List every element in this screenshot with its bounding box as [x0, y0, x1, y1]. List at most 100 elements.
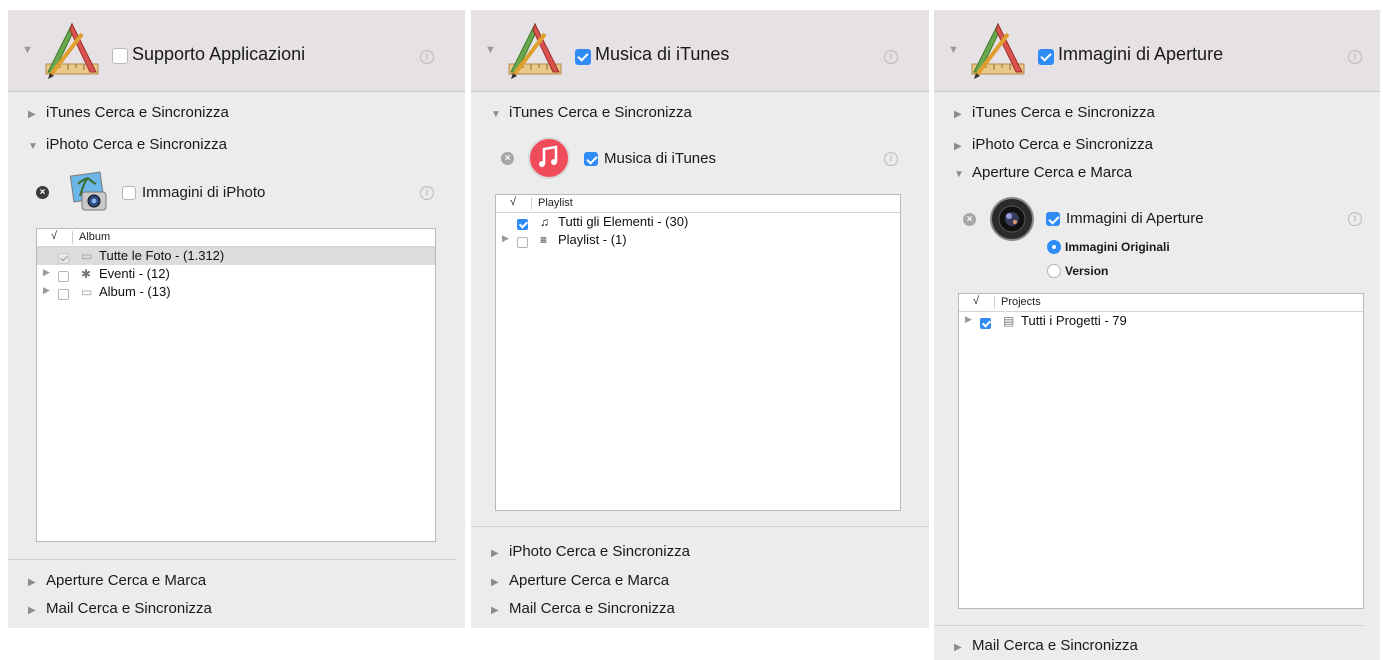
- expand-triangle-icon[interactable]: ▶: [502, 233, 509, 244]
- header-checkbox[interactable]: [1038, 48, 1054, 65]
- header-checkbox[interactable]: [112, 48, 128, 64]
- collapse-triangle-icon[interactable]: ▼: [22, 44, 33, 56]
- row-checkbox[interactable]: [980, 318, 991, 330]
- album-table: √ Album ▭ Tutte le Foto - (1.312) ▶ ✱ Ev…: [36, 228, 436, 542]
- table-header: √ Projects: [959, 294, 1363, 312]
- projects-icon: ▤: [1003, 314, 1015, 328]
- table-row[interactable]: ▭ Tutte le Foto - (1.312): [37, 247, 435, 265]
- section-label: iPhoto Cerca e Sincronizza: [509, 543, 690, 560]
- radio-version[interactable]: Version: [1047, 262, 1108, 280]
- divider: [934, 625, 1364, 626]
- radio-originali[interactable]: Immagini Originali: [1047, 238, 1170, 256]
- table-row[interactable]: ▶ ▤ Tutti i Progetti - 79: [959, 312, 1363, 330]
- row-checkbox[interactable]: [58, 289, 69, 301]
- section-iphoto[interactable]: ▶ iPhoto Cerca e Sincronizza: [954, 136, 1153, 153]
- section-iphoto[interactable]: ▶ iPhoto Cerca e Sincronizza: [491, 543, 690, 560]
- row-checkbox[interactable]: [517, 237, 528, 249]
- expand-triangle-icon: ▶: [28, 605, 36, 616]
- collapse-triangle-icon: ▼: [28, 141, 38, 152]
- expand-triangle-icon: ▶: [491, 548, 499, 559]
- header-checkbox[interactable]: [575, 48, 591, 65]
- check-column-header[interactable]: √: [973, 295, 979, 307]
- radio-label: Immagini Originali: [1065, 239, 1170, 254]
- section-aperture[interactable]: ▶ Aperture Cerca e Marca: [28, 572, 206, 589]
- iphoto-icon: [69, 171, 107, 211]
- projects-column-header[interactable]: Projects: [1001, 296, 1041, 308]
- collapse-triangle-icon[interactable]: ▼: [948, 44, 959, 56]
- app-support-icon: [508, 22, 562, 79]
- info-icon[interactable]: i: [420, 50, 434, 64]
- header-title: Supporto Applicazioni: [132, 44, 306, 64]
- row-label: Tutti gli Elementi - (30): [558, 214, 689, 229]
- section-label: Mail Cerca e Sincronizza: [972, 637, 1138, 654]
- panel-header: ▼ Musica di iTunes i: [471, 10, 929, 92]
- table-row[interactable]: ▶ ✱ Eventi - (12): [37, 265, 435, 283]
- app-support-icon: [45, 22, 99, 79]
- radio-button[interactable]: [1047, 239, 1061, 254]
- source-checkbox[interactable]: [122, 186, 136, 200]
- photo-library-icon: ▭: [81, 249, 93, 263]
- info-icon[interactable]: i: [420, 186, 434, 200]
- table-row[interactable]: ▶ ≡ Playlist - (1): [496, 231, 900, 249]
- remove-source-icon[interactable]: ×: [501, 152, 514, 165]
- section-itunes[interactable]: ▶ iTunes Cerca e Sincronizza: [28, 104, 229, 121]
- expand-triangle-icon[interactable]: ▶: [43, 285, 50, 296]
- section-iphoto[interactable]: ▼ iPhoto Cerca e Sincronizza: [28, 136, 227, 153]
- section-mail[interactable]: ▶ Mail Cerca e Sincronizza: [954, 637, 1138, 654]
- playlist-icon: ≡: [540, 233, 548, 247]
- section-label: iPhoto Cerca e Sincronizza: [972, 136, 1153, 153]
- info-icon[interactable]: i: [1348, 50, 1362, 64]
- section-mail[interactable]: ▶ Mail Cerca e Sincronizza: [28, 600, 212, 617]
- row-checkbox[interactable]: [58, 271, 69, 283]
- expand-triangle-icon[interactable]: ▶: [43, 267, 50, 278]
- panel-supporto-applicazioni: ▼ Supporto Applicazioni i ▶ iTunes Cerca …: [8, 10, 465, 628]
- expand-triangle-icon: ▶: [28, 109, 36, 120]
- expand-triangle-icon[interactable]: ▶: [965, 314, 972, 325]
- source-checkbox[interactable]: [584, 152, 598, 166]
- expand-triangle-icon: ▶: [28, 577, 36, 588]
- expand-triangle-icon: ▶: [491, 605, 499, 616]
- remove-source-icon[interactable]: ×: [36, 186, 49, 199]
- section-label: Mail Cerca e Sincronizza: [46, 600, 212, 617]
- aperture-icon: [990, 197, 1034, 241]
- table-row[interactable]: ♫ Tutti gli Elementi - (30): [496, 213, 900, 231]
- source-label: Immagini di iPhoto: [142, 184, 266, 201]
- collapse-triangle-icon[interactable]: ▼: [485, 44, 496, 56]
- collapse-triangle-icon: ▼: [954, 169, 964, 180]
- remove-source-icon[interactable]: ×: [963, 213, 976, 226]
- column-separator: [72, 231, 73, 244]
- collapse-triangle-icon: ▼: [491, 109, 501, 120]
- divider: [8, 559, 456, 560]
- section-itunes[interactable]: ▶ iTunes Cerca e Sincronizza: [954, 104, 1155, 121]
- radio-label: Version: [1065, 263, 1109, 278]
- row-label: Playlist - (1): [558, 232, 627, 247]
- header-title: Immagini di Aperture: [1058, 44, 1224, 64]
- radio-button[interactable]: [1047, 263, 1061, 278]
- playlist-column-header[interactable]: Playlist: [538, 197, 573, 209]
- itunes-icon: [528, 137, 570, 179]
- section-aperture[interactable]: ▼ Aperture Cerca e Marca: [954, 164, 1132, 181]
- table-row[interactable]: ▶ ▭ Album - (13): [37, 283, 435, 301]
- expand-triangle-icon: ▶: [954, 141, 962, 152]
- app-support-icon: [971, 22, 1025, 79]
- album-column-header[interactable]: Album: [79, 231, 110, 243]
- check-column-header[interactable]: √: [51, 230, 57, 242]
- section-aperture[interactable]: ▶ Aperture Cerca e Marca: [491, 572, 669, 589]
- panel-header: ▼ Immagini di Aperture i: [934, 10, 1380, 92]
- info-icon[interactable]: i: [884, 152, 898, 166]
- check-column-header[interactable]: √: [510, 196, 516, 208]
- header-title: Musica di iTunes: [595, 44, 730, 64]
- section-mail[interactable]: ▶ Mail Cerca e Sincronizza: [491, 600, 675, 617]
- source-checkbox[interactable]: [1046, 212, 1060, 226]
- section-label: iTunes Cerca e Sincronizza: [509, 104, 692, 121]
- info-icon[interactable]: i: [884, 50, 898, 64]
- info-icon[interactable]: i: [1348, 212, 1362, 226]
- row-checkbox[interactable]: [58, 253, 69, 265]
- source-label: Immagini di Aperture: [1066, 210, 1204, 227]
- expand-triangle-icon: ▶: [954, 642, 962, 653]
- row-checkbox[interactable]: [517, 219, 528, 231]
- section-label: iTunes Cerca e Sincronizza: [972, 104, 1155, 121]
- panel-musica-itunes: ▼ Musica di iTunes i ▼ iTunes Cerca e Sin…: [471, 10, 929, 628]
- section-itunes[interactable]: ▼ iTunes Cerca e Sincronizza: [491, 104, 692, 121]
- expand-triangle-icon: ▶: [954, 109, 962, 120]
